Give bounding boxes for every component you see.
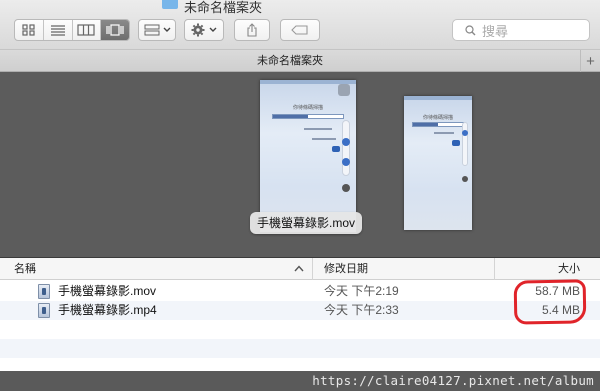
phone-segmented-bar	[412, 122, 464, 127]
list-view-icon	[50, 25, 65, 36]
phone-side-toolbar	[462, 122, 468, 166]
file-name: 手機螢幕錄影.mp4	[58, 303, 157, 317]
phone-status-bar	[404, 96, 472, 100]
date-column-header[interactable]: 修改日期	[324, 258, 368, 280]
phone-text-line	[304, 128, 332, 130]
phone-blue-dot-icon	[342, 158, 350, 166]
cover-flow-preview: 你待條碼掃描 你待條碼掃描 手機螢幕錄影.mov	[0, 72, 600, 258]
folder-icon	[162, 0, 178, 9]
icon-view-button[interactable]	[15, 20, 44, 40]
phone-text-line	[312, 138, 336, 140]
tag-icon	[291, 25, 308, 35]
phone-header-text: 你待條碼掃描	[292, 105, 323, 111]
grid-icon	[144, 24, 159, 36]
preview-thumbnail-mov[interactable]: 你待條碼掃描	[260, 80, 356, 232]
tab-folder-title[interactable]: 未命名檔案夾	[0, 50, 580, 72]
empty-row	[0, 320, 600, 339]
view-mode-segmented-control	[14, 19, 130, 41]
arrange-button[interactable]	[138, 19, 176, 41]
search-placeholder: 搜尋	[482, 23, 509, 39]
sort-ascending-icon[interactable]	[294, 264, 304, 274]
phone-segmented-bar	[272, 114, 344, 119]
column-divider[interactable]	[494, 258, 495, 280]
empty-row	[0, 339, 600, 358]
cover-flow-view-icon	[106, 24, 124, 36]
preview-thumbnail-mp4[interactable]: 你待條碼掃描	[404, 96, 472, 230]
new-tab-button[interactable]: +	[580, 50, 600, 72]
file-date: 今天 下午2:33	[324, 303, 399, 317]
search-icon	[465, 24, 476, 35]
movie-file-icon	[38, 284, 50, 299]
watermark-strip: https://claire04127.pixnet.net/album	[0, 371, 600, 391]
column-view-button[interactable]	[73, 20, 102, 40]
red-highlight-annotation	[513, 279, 587, 325]
window-title-text: 未命名檔案夾	[184, 0, 263, 15]
tag-button[interactable]	[280, 19, 320, 41]
phone-side-toolbar	[342, 120, 350, 176]
file-row-mov[interactable]: 手機螢幕錄影.mov 今天 下午2:19 58.7 MB	[0, 282, 600, 301]
action-button[interactable]	[184, 19, 224, 41]
name-column-header[interactable]: 名稱	[14, 258, 36, 280]
gear-icon	[191, 23, 205, 37]
window-toolbar: 未命名檔案夾 搜尋	[0, 0, 600, 50]
file-name: 手機螢幕錄影.mov	[58, 284, 157, 298]
phone-text-line	[434, 132, 454, 134]
search-field[interactable]: 搜尋	[452, 19, 590, 41]
phone-close-icon	[462, 176, 468, 182]
column-view-icon	[77, 24, 95, 36]
file-list-header: 名稱 修改日期 大小	[0, 258, 600, 280]
chevron-down-icon	[209, 27, 217, 32]
share-icon	[247, 23, 257, 37]
phone-blue-dot-icon	[342, 138, 350, 146]
phone-blue-dot-icon	[462, 130, 468, 136]
phone-close-icon	[342, 184, 350, 192]
list-view-button[interactable]	[44, 20, 73, 40]
column-divider[interactable]	[312, 258, 313, 280]
movie-file-icon	[38, 303, 50, 318]
file-row-mp4[interactable]: 手機螢幕錄影.mp4 今天 下午2:33 5.4 MB	[0, 301, 600, 320]
chevron-down-icon	[163, 27, 170, 32]
tab-bar: 未命名檔案夾 +	[0, 50, 600, 72]
app-icon	[338, 84, 350, 96]
size-column-header[interactable]: 大小	[558, 258, 580, 280]
icon-view-icon	[22, 24, 35, 36]
window-title: 未命名檔案夾	[162, 0, 262, 15]
watermark-url: https://claire04127.pixnet.net/album	[312, 373, 594, 388]
phone-chip-icon	[332, 146, 340, 152]
file-date: 今天 下午2:19	[324, 284, 399, 298]
share-button[interactable]	[234, 19, 270, 41]
phone-header-text: 你待條碼掃描	[422, 115, 453, 121]
cover-flow-view-button[interactable]	[101, 20, 129, 40]
selected-file-caption: 手機螢幕錄影.mov	[250, 212, 363, 234]
phone-chip-icon	[452, 140, 460, 146]
